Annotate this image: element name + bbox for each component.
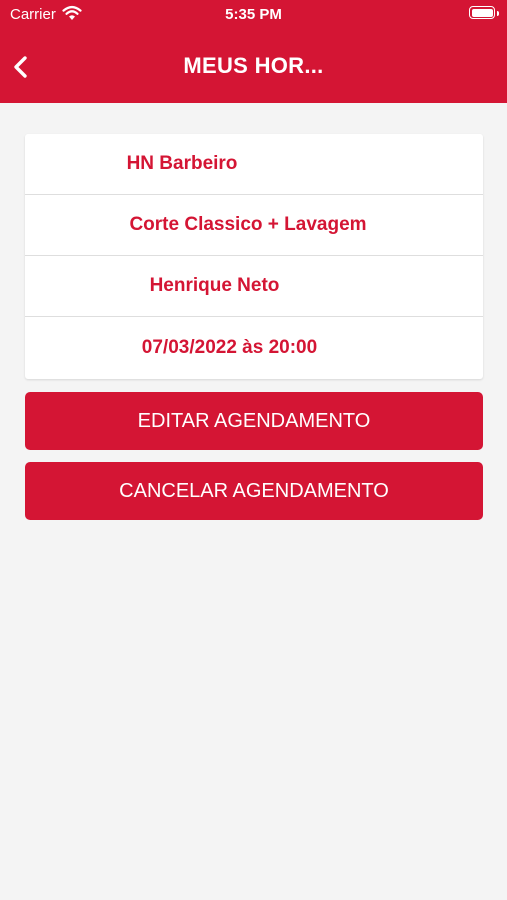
navigation-bar: MEUS HOR... [0, 38, 507, 96]
appointment-card: HN Barbeiro Corte Classico + Lavagem Hen… [25, 134, 483, 379]
barbershop-row: HN Barbeiro [25, 134, 483, 195]
battery-icon [469, 6, 499, 19]
edit-appointment-button[interactable]: EDITAR AGENDAMENTO [25, 392, 483, 450]
page-title: MEUS HOR... [183, 53, 324, 78]
appointment-datetime: 07/03/2022 às 20:00 [141, 336, 318, 358]
datetime-row: 07/03/2022 às 20:00 [25, 317, 483, 378]
cancel-appointment-button[interactable]: CANCELAR AGENDAMENTO [25, 462, 483, 520]
professional-name: Henrique Neto [149, 275, 280, 296]
barbershop-name: HN Barbeiro [126, 153, 238, 174]
service-name: Corte Classico + Lavagem [129, 214, 367, 235]
service-row: Corte Classico + Lavagem [25, 195, 483, 256]
status-time: 5:35 PM [225, 6, 282, 23]
app-header: Carrier 5:35 PM MEUS HOR... [0, 0, 507, 103]
professional-row: Henrique Neto [25, 256, 483, 317]
status-bar: Carrier 5:35 PM [0, 0, 507, 28]
